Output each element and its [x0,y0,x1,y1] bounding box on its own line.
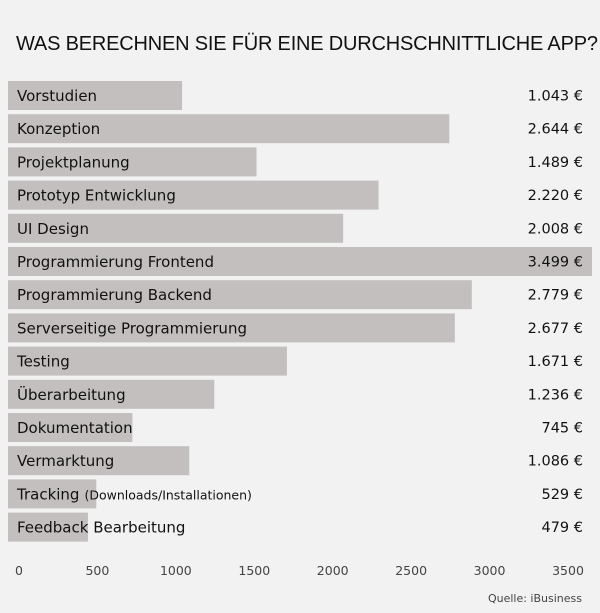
bar-value-label: 2.220 € [528,188,583,204]
bar-chart: Vorstudien 1.043 € Konzeption 2.644 € Projek… [8,81,592,578]
bar-category-label: Vorstudien [17,87,97,105]
bar-category-label: Serverseitige Programmierung [17,319,247,337]
bar-value-label: 479 € [541,520,583,536]
x-tick-label: 1000 [160,563,192,578]
bar-category-label: Programmierung Backend [17,286,212,304]
bar-category-label: Dokumentation [17,419,133,437]
bar-value-label: 2.779 € [528,288,583,304]
bar-category-label: Programmierung Frontend [17,253,214,271]
x-tick-label: 3500 [552,563,584,578]
x-tick-label: 0 [15,563,23,578]
source-note: Quelle: iBusiness [487,592,582,605]
bar-value-label: 1.043 € [528,89,583,105]
x-tick-label: 2500 [395,563,427,578]
bar-category-label: Projektplanung [17,153,130,171]
bar-value-label: 1.236 € [528,387,583,403]
bar-value-label: 529 € [541,487,583,503]
x-tick-label: 500 [85,563,109,578]
bar-category-label: Tracking (Downloads/Installationen) [16,485,252,503]
bar-category-label: Testing [16,353,70,371]
bar-category-label: Überarbeitung [17,385,126,404]
bar-value-label: 745 € [541,421,583,437]
x-tick-label: 3000 [474,563,506,578]
bar-value-label: 2.677 € [528,321,583,337]
bar-category-label: Konzeption [17,120,100,138]
bar-category-label: Feedback Bearbeitung [17,519,185,537]
bar-category-label: UI Design [17,220,89,238]
bar-value-label: 2.644 € [528,122,583,138]
bar-category-label: Vermarktung [17,452,114,470]
bar-value-label: 1.671 € [528,354,583,370]
bar-value-label: 1.086 € [528,454,583,470]
x-tick-label: 2000 [317,563,349,578]
bar-category-label: Prototyp Entwicklung [17,187,176,205]
x-tick-label: 1500 [238,563,270,578]
bar-value-label: 3.499 € [528,255,583,271]
bar-value-label: 1.489 € [528,155,583,171]
bar-value-label: 2.008 € [528,221,583,237]
